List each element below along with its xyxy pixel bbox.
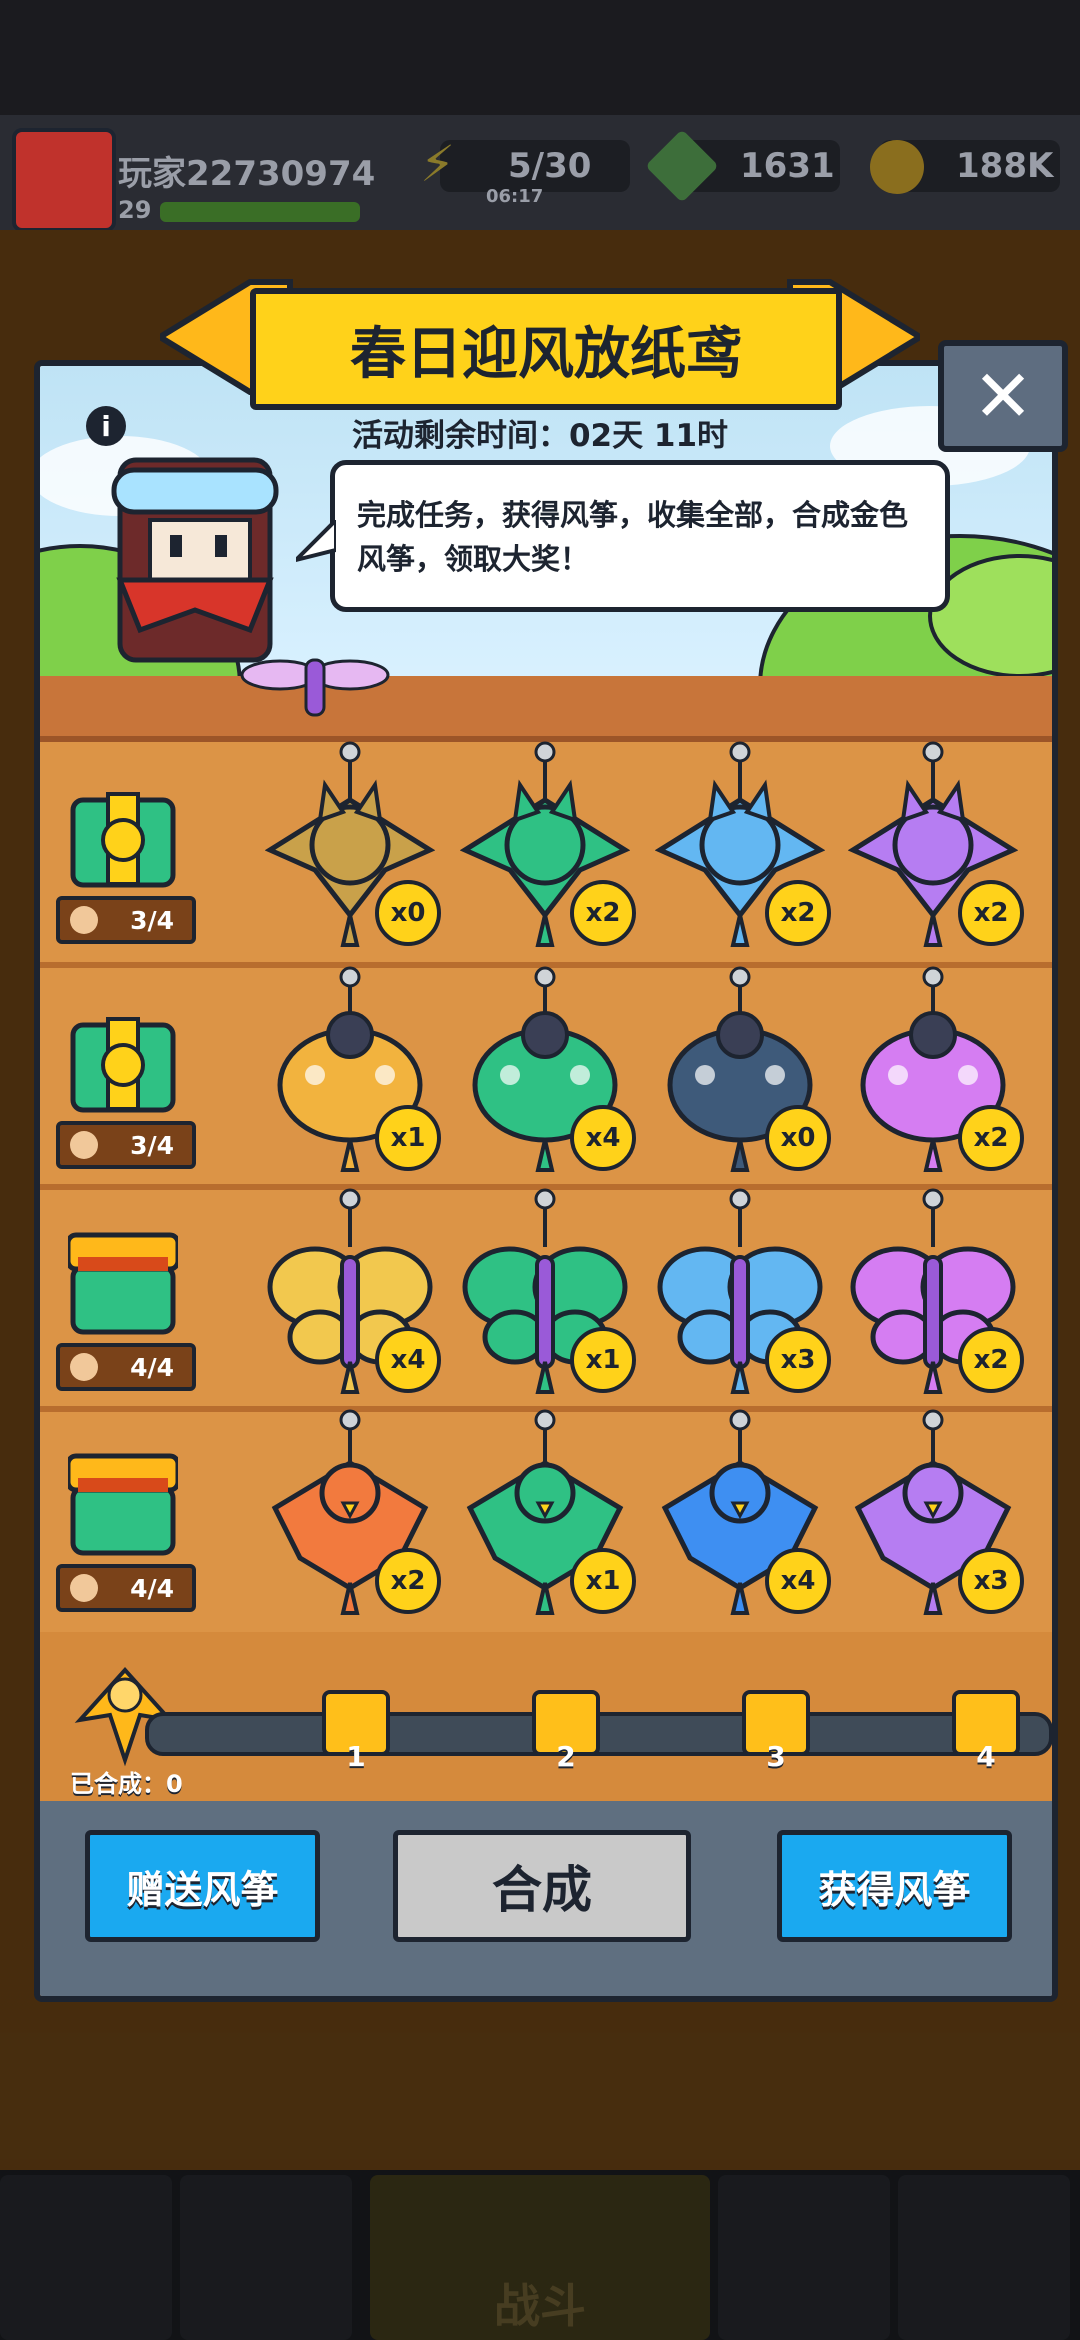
milestone-label-2: 2 bbox=[556, 1740, 576, 1773]
gems-value: 1631 bbox=[740, 146, 835, 186]
gold-value: 188K bbox=[956, 146, 1054, 186]
ninja-character bbox=[111, 457, 279, 663]
player-name: 玩家22730974 bbox=[118, 154, 376, 194]
synth-count: 已合成：0 bbox=[70, 1770, 183, 1798]
kite-count-badge: x2 bbox=[958, 1327, 1024, 1393]
ground-strip bbox=[40, 676, 1052, 742]
kite-count-badge: x2 bbox=[765, 880, 831, 946]
kite-item[interactable]: x2 bbox=[848, 965, 1024, 1175]
kite-item[interactable]: x0 bbox=[264, 740, 441, 950]
kite-count-badge: x4 bbox=[570, 1105, 636, 1171]
reward-chest-icon[interactable] bbox=[68, 780, 178, 890]
reward-chest-icon[interactable] bbox=[68, 1005, 178, 1115]
system-status-bar bbox=[0, 0, 1080, 115]
energy-value: 5/30 bbox=[508, 146, 592, 186]
kite-item[interactable]: x2 bbox=[459, 740, 636, 950]
get-kite-button[interactable]: 获得风筝 bbox=[777, 1830, 1012, 1942]
xp-bar bbox=[160, 202, 360, 222]
kite-item[interactable]: x4 bbox=[460, 965, 636, 1175]
kite-count-badge: x2 bbox=[958, 1105, 1024, 1171]
kite-count-badge: x3 bbox=[958, 1548, 1024, 1614]
coin-icon bbox=[870, 140, 924, 194]
player-level: 29 bbox=[118, 196, 152, 224]
kite-item[interactable]: x3 bbox=[655, 1187, 831, 1397]
event-title: 春日迎风放纸鸢 bbox=[250, 288, 842, 410]
info-icon[interactable]: i bbox=[86, 406, 126, 446]
gift-kite-button[interactable]: 赠送风筝 bbox=[85, 1830, 320, 1942]
dragonfly-kite-icon bbox=[240, 658, 390, 717]
reward-chest-icon[interactable] bbox=[65, 1227, 181, 1337]
kite-item[interactable]: x2 bbox=[848, 1187, 1024, 1397]
kite-mini-icon bbox=[70, 1131, 98, 1159]
chest-progress: 4/4 bbox=[56, 1564, 196, 1612]
kite-count-badge: x2 bbox=[375, 1548, 441, 1614]
kite-item[interactable]: x2 bbox=[847, 740, 1024, 950]
kite-item[interactable]: x0 bbox=[655, 965, 831, 1175]
kite-count-badge: x1 bbox=[375, 1105, 441, 1171]
bubble-tail bbox=[296, 520, 336, 563]
kite-item[interactable]: x2 bbox=[654, 740, 831, 950]
chest-progress: 3/4 bbox=[56, 896, 196, 944]
milestone-label-1: 1 bbox=[346, 1740, 366, 1773]
kite-item[interactable]: x4 bbox=[265, 1187, 441, 1397]
synthesize-button[interactable]: 合成 bbox=[393, 1830, 691, 1942]
kite-count-badge: x3 bbox=[765, 1327, 831, 1393]
event-timer: 活动剩余时间：02天 11时 bbox=[351, 418, 729, 454]
chest-progress-value: 4/4 bbox=[130, 1352, 174, 1382]
chest-progress-value: 4/4 bbox=[130, 1573, 174, 1603]
kite-count-badge: x4 bbox=[375, 1327, 441, 1393]
chest-progress: 3/4 bbox=[56, 1121, 196, 1169]
kite-count-badge: x4 bbox=[765, 1548, 831, 1614]
kite-count-badge: x0 bbox=[765, 1105, 831, 1171]
close-icon[interactable]: ✕ bbox=[938, 340, 1068, 452]
kite-mini-icon bbox=[70, 906, 98, 934]
chest-progress: 4/4 bbox=[56, 1343, 196, 1391]
kite-count-badge: x1 bbox=[570, 1548, 636, 1614]
kite-item[interactable]: x1 bbox=[460, 1408, 636, 1618]
kite-item[interactable]: x3 bbox=[848, 1408, 1024, 1618]
speech-bubble: 完成任务，获得风筝，收集全部，合成金色风筝，领取大奖！ bbox=[330, 460, 950, 612]
kite-count-badge: x0 bbox=[375, 880, 441, 946]
chest-progress-value: 3/4 bbox=[130, 905, 174, 935]
kite-count-badge: x2 bbox=[958, 880, 1024, 946]
player-avatar[interactable] bbox=[12, 128, 116, 232]
energy-timer: 06:17 bbox=[486, 186, 544, 207]
milestone-label-4: 4 bbox=[976, 1740, 996, 1773]
kite-mini-icon bbox=[70, 1574, 98, 1602]
kite-item[interactable]: x2 bbox=[265, 1408, 441, 1618]
energy-icon: ⚡ bbox=[420, 135, 456, 193]
kite-item[interactable]: x1 bbox=[265, 965, 441, 1175]
kite-mini-icon bbox=[70, 1353, 98, 1381]
kite-count-badge: x2 bbox=[570, 880, 636, 946]
reward-chest-icon[interactable] bbox=[65, 1448, 181, 1558]
kite-item[interactable]: x4 bbox=[655, 1408, 831, 1618]
chest-progress-value: 3/4 bbox=[130, 1130, 174, 1160]
kite-count-badge: x1 bbox=[570, 1327, 636, 1393]
milestone-label-3: 3 bbox=[766, 1740, 786, 1773]
kite-item[interactable]: x1 bbox=[460, 1187, 636, 1397]
